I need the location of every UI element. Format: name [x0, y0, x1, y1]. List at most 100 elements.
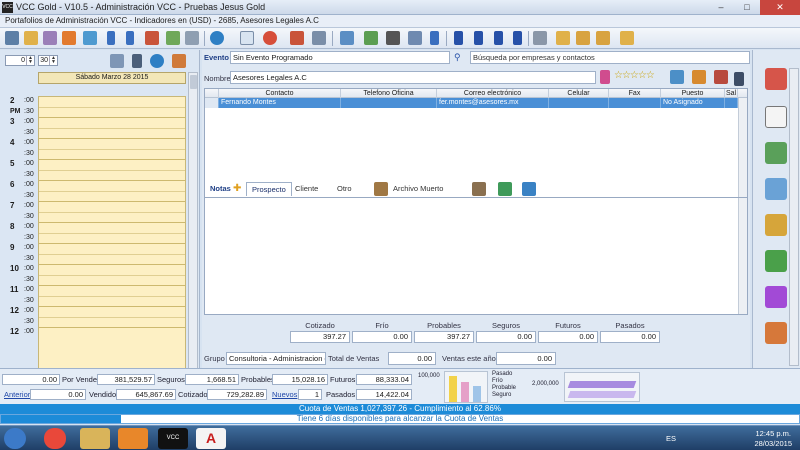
upload-icon[interactable] — [185, 31, 199, 45]
spinner-arrows-icon[interactable]: ▲ ▼ — [26, 56, 34, 65]
calendar-scrollbar[interactable] — [188, 72, 198, 416]
pin-icon[interactable] — [600, 70, 610, 84]
column-header[interactable]: Puesto — [661, 89, 725, 98]
vcc-gold-taskbar-icon[interactable]: VCC — [158, 428, 188, 449]
form-icon[interactable] — [765, 178, 787, 200]
cell-fax[interactable] — [609, 98, 661, 108]
calendar-grid-icon[interactable] — [340, 31, 354, 45]
start-button-icon[interactable] — [4, 428, 26, 449]
column-header[interactable]: Correo electrónico — [437, 89, 549, 98]
settings-icon[interactable] — [596, 31, 610, 45]
tab-archivo-muerto[interactable]: Archivo Muerto — [388, 182, 448, 196]
minimize-button[interactable]: – — [708, 0, 734, 15]
close-button[interactable]: ✕ — [760, 0, 800, 15]
event-field[interactable]: Sin Evento Programado — [230, 51, 450, 64]
list-icon[interactable] — [408, 31, 422, 45]
group-users-icon[interactable] — [522, 182, 536, 196]
checklist-icon[interactable] — [765, 106, 787, 128]
file-explorer-icon[interactable] — [80, 428, 110, 449]
cell-contact[interactable]: Fernando Montes — [219, 98, 341, 108]
column-header[interactable]: Fax — [609, 89, 661, 98]
time-slot-label: 8:00 — [4, 222, 37, 232]
minute-spinner[interactable]: 30 ▲ ▼ — [38, 55, 58, 66]
table-row[interactable]: Fernando Montes fer.montes@asesores.mx N… — [205, 98, 747, 108]
dropdown-icon[interactable] — [734, 72, 744, 86]
maximize-button[interactable]: □ — [734, 0, 760, 15]
cell-email[interactable]: fer.montes@asesores.mx — [437, 98, 549, 108]
pie-chart-icon[interactable] — [263, 31, 277, 45]
acrobat-icon[interactable]: A — [196, 428, 226, 449]
notes-area[interactable] — [204, 197, 748, 315]
cell-extra[interactable] — [725, 98, 738, 108]
cell-phone[interactable] — [341, 98, 437, 108]
sync-icon[interactable] — [150, 54, 164, 68]
anterior-link[interactable]: Anterior — [4, 390, 30, 399]
previous-record-icon[interactable] — [474, 31, 483, 45]
first-record-icon[interactable] — [454, 31, 463, 45]
arrow-down-icon[interactable] — [107, 31, 115, 45]
print-icon[interactable] — [533, 31, 547, 45]
hour-label: 2 — [10, 96, 15, 105]
cell-mobile[interactable] — [549, 98, 609, 108]
edit-contact-icon[interactable] — [692, 70, 706, 84]
export-icon[interactable] — [576, 31, 590, 45]
tab-cliente[interactable]: Cliente — [290, 182, 323, 196]
search-input[interactable]: Búsqueda por empresas y contactos — [470, 51, 750, 64]
tab-otro[interactable]: Otro — [332, 182, 357, 196]
tab-prospecto[interactable]: Prospecto — [246, 182, 292, 196]
spinner-arrows-icon[interactable]: ▲ ▼ — [49, 56, 57, 65]
users-icon[interactable] — [83, 31, 97, 45]
line-chart-icon[interactable] — [240, 31, 254, 45]
add-event-icon[interactable] — [172, 54, 186, 68]
archive-box-icon[interactable] — [374, 182, 388, 196]
binoculars-icon[interactable] — [386, 31, 400, 45]
contacts-icon[interactable] — [364, 31, 378, 45]
funnel-icon[interactable] — [290, 31, 304, 45]
language-indicator[interactable]: ES — [666, 434, 676, 443]
chart-report-icon[interactable] — [765, 142, 787, 164]
user-profile-icon[interactable] — [765, 68, 787, 90]
filter-icon[interactable] — [62, 31, 76, 45]
open-folder-icon[interactable] — [620, 31, 634, 45]
report-icon[interactable] — [765, 322, 787, 344]
sort-icon[interactable] — [312, 31, 326, 45]
system-clock[interactable]: 12:45 p.m. 28/03/2015 — [754, 429, 792, 449]
arrow-up-icon[interactable] — [126, 31, 134, 45]
add-contact-icon[interactable] — [670, 70, 684, 84]
search-icon[interactable]: ⚲ — [452, 51, 466, 64]
column-header[interactable]: Celular — [549, 89, 609, 98]
money-user-icon[interactable] — [498, 182, 512, 196]
notes-scrollbar[interactable] — [738, 198, 747, 314]
hour-spinner[interactable]: 0 ▲ ▼ — [5, 55, 35, 66]
day-schedule[interactable] — [38, 96, 186, 414]
clipboard-icon[interactable] — [166, 31, 180, 45]
contact-card-icon[interactable] — [472, 182, 486, 196]
schedule-settings-icon[interactable] — [110, 54, 124, 68]
download-icon[interactable] — [430, 31, 439, 45]
add-note-icon[interactable]: ✚ — [228, 182, 246, 196]
sidebar-scrollbar[interactable] — [789, 68, 799, 366]
rating-stars-icon[interactable]: ☆☆☆☆☆ — [614, 70, 655, 81]
calendar-icon[interactable] — [765, 286, 787, 308]
media-player-icon[interactable] — [118, 428, 148, 449]
folder-icon[interactable] — [24, 31, 38, 45]
briefcase-icon[interactable] — [145, 31, 159, 45]
invoice-icon[interactable] — [765, 214, 787, 236]
group-field[interactable]: Consultoria - Administracion de — [226, 352, 326, 365]
column-header[interactable]: Contacto — [219, 89, 341, 98]
cell-position[interactable]: No Asignado — [661, 98, 725, 108]
company-name-field[interactable]: Asesores Legales A.C — [230, 71, 596, 84]
column-header[interactable]: Sal — [725, 89, 738, 98]
nuevos-link[interactable]: Nuevos — [272, 390, 297, 399]
next-record-icon[interactable] — [494, 31, 503, 45]
delete-contact-icon[interactable] — [714, 70, 728, 84]
chrome-icon[interactable] — [44, 428, 66, 449]
team-icon[interactable] — [765, 250, 787, 272]
edit-icon[interactable] — [556, 31, 570, 45]
globe-icon[interactable] — [210, 31, 224, 45]
list-view-icon[interactable] — [132, 54, 142, 68]
last-record-icon[interactable] — [513, 31, 522, 45]
menu-icon[interactable] — [5, 31, 19, 45]
column-header[interactable]: Telefono Oficina — [341, 89, 437, 98]
document-icon[interactable] — [43, 31, 57, 45]
